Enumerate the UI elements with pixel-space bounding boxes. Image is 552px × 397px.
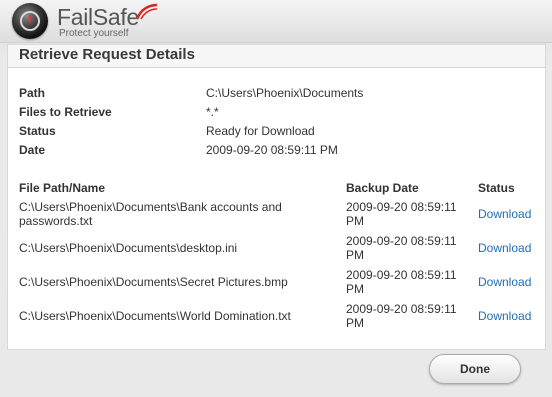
top-bar: FailSafe Protect yourself [0,0,552,43]
backup-date: 2009-09-20 08:59:11 PM [346,200,457,228]
file-name: C:\Users\Phoenix\Documents\desktop.ini [19,241,238,255]
info-label: Files to Retrieve [19,105,112,119]
file-name: C:\Users\Phoenix\Documents\Secret Pictur… [19,275,288,289]
app-window: FailSafe Protect yourself Retrieve Reque… [0,0,552,397]
info-value: C:\Users\Phoenix\Documents [206,86,364,100]
info-label: Path [19,86,46,100]
table-row: C:\Users\Phoenix\Documents\World Dominat… [19,302,539,336]
files-table: File Path/Name Backup Date Status C:\Use… [19,181,539,336]
info-value: Ready for Download [206,124,315,138]
backup-date: 2009-09-20 08:59:11 PM [346,302,457,330]
download-link[interactable]: Download [478,207,531,221]
table-header: File Path/Name Backup Date Status [19,181,539,200]
backup-date: 2009-09-20 08:59:11 PM [346,268,457,296]
dialog-title: Retrieve Request Details [19,46,195,63]
swoosh-icon [135,3,158,20]
download-link[interactable]: Download [478,241,531,255]
done-button[interactable]: Done [429,354,521,384]
column-header-date: Backup Date [346,181,419,195]
column-header-status: Status [478,181,515,195]
column-header-name: File Path/Name [19,181,106,195]
info-label: Status [19,124,56,138]
download-link[interactable]: Download [478,275,531,289]
table-row: C:\Users\Phoenix\Documents\Secret Pictur… [19,268,539,302]
table-row: C:\Users\Phoenix\Documents\desktop.ini 2… [19,234,539,268]
download-link[interactable]: Download [478,309,531,323]
info-value: 2009-09-20 08:59:11 PM [206,143,338,157]
dialog-footer: Done [7,350,546,392]
file-name: C:\Users\Phoenix\Documents\Bank accounts… [19,200,282,228]
info-value: *.* [206,105,219,119]
table-row: C:\Users\Phoenix\Documents\Bank accounts… [19,200,539,234]
info-label: Date [19,143,46,157]
logo: FailSafe Protect yourself [12,3,172,41]
safe-dial-icon [12,3,48,39]
panel-header: Retrieve Request Details [8,45,545,68]
details-panel: Retrieve Request Details Path C:\Users\P… [7,44,546,350]
backup-date: 2009-09-20 08:59:11 PM [346,234,457,262]
file-name: C:\Users\Phoenix\Documents\World Dominat… [19,309,291,323]
brand-name: FailSafe [57,3,158,29]
brand-tagline: Protect yourself [59,28,129,39]
